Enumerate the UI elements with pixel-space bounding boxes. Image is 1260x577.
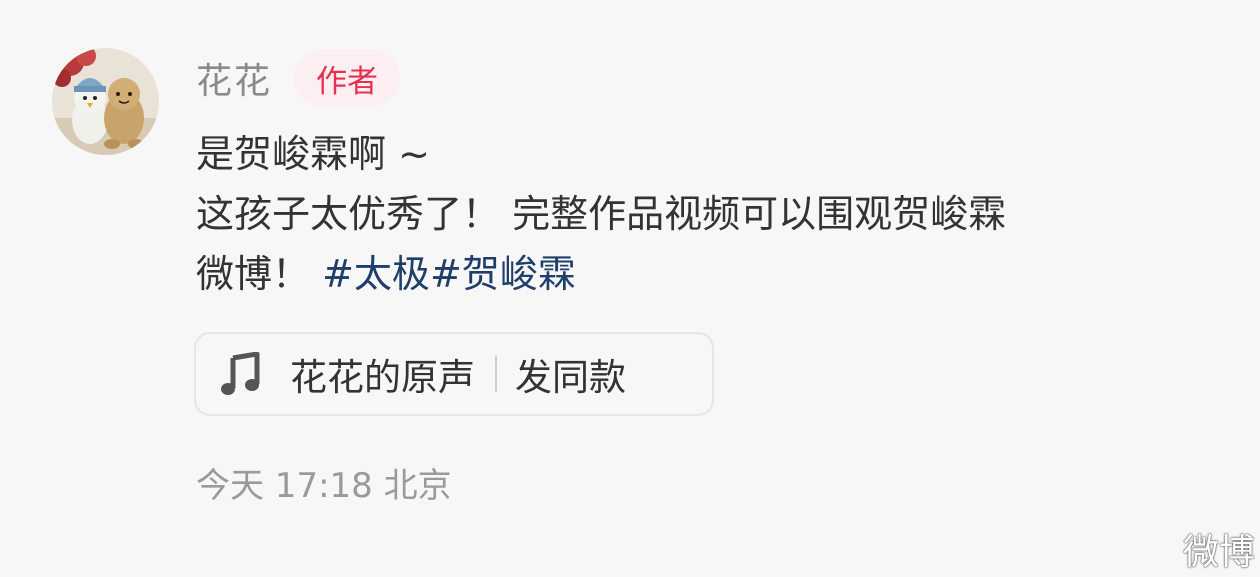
music-note-icon	[218, 351, 264, 397]
comment-line-3-text: 微博！	[196, 252, 323, 296]
sound-divider	[495, 356, 497, 392]
username[interactable]: 花花	[196, 52, 272, 104]
comment-card: 花花 作者 是贺峻霖啊 ~ 这孩子太优秀了！ 完整作品视频可以围观贺峻霖 微博！…	[0, 0, 1260, 577]
original-sound-card[interactable]: 花花的原声 发同款	[194, 332, 714, 416]
watermark: 微博	[1182, 532, 1255, 573]
sound-title[interactable]: 花花的原声	[290, 347, 475, 401]
author-badge: 作者	[294, 50, 401, 106]
comment-line-3: 微博！ #太极#贺峻霖	[196, 244, 1206, 304]
use-same-sound-button[interactable]: 发同款	[515, 347, 626, 401]
hashtag-taiji[interactable]: #太极	[322, 252, 430, 296]
plush-toys-avatar-image	[52, 48, 159, 155]
comment-body: 是贺峻霖啊 ~ 这孩子太优秀了！ 完整作品视频可以围观贺峻霖 微博！ #太极#贺…	[196, 124, 1206, 304]
comment-line-2: 这孩子太优秀了！ 完整作品视频可以围观贺峻霖	[196, 192, 1007, 236]
comment-header: 花花 作者	[196, 50, 401, 106]
avatar[interactable]	[52, 48, 159, 155]
comment-meta: 今天 17:18 北京	[196, 466, 452, 506]
hashtag-hejunlin[interactable]: #贺峻霖	[430, 252, 576, 296]
comment-line-1: 是贺峻霖啊 ~	[196, 132, 430, 176]
